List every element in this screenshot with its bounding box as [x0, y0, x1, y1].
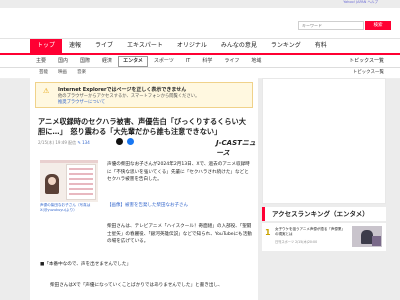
category-science[interactable]: 科学 — [196, 55, 218, 67]
ranking-item-title[interactable]: 女子ウケを狙うアニメ声優が語る「声優業」の現実とは — [275, 227, 345, 237]
subcategory-music[interactable]: 音楽 — [72, 68, 91, 78]
category-main[interactable]: 主要 — [30, 55, 52, 67]
ranking-thumbnail[interactable] — [352, 226, 382, 247]
category-entertainment[interactable]: エンタメ — [118, 56, 148, 67]
help-link[interactable]: Yahoo! JAPAN ヘルプ — [343, 0, 378, 5]
nav-ranking[interactable]: ランキング — [264, 39, 308, 53]
top-strip: Yahoo! JAPAN ヘルプ — [0, 0, 400, 8]
ie-notice-title: Internet Explorerではページを正しく表示できません — [58, 87, 187, 93]
topics-list-link[interactable]: トピックス一覧 — [349, 55, 384, 67]
subcategory-movie[interactable]: 映画 — [53, 68, 72, 78]
nav-original[interactable]: オリジナル — [170, 39, 214, 53]
ranking-number: 1 — [265, 228, 271, 237]
category-economy[interactable]: 経済 — [96, 55, 118, 67]
category-nav: 主要 国内 国際 経済 エンタメ スポーツ IT 科学 ライフ 地域 トピックス… — [0, 55, 400, 68]
ad-slot[interactable] — [262, 78, 386, 204]
category-international[interactable]: 国際 — [74, 55, 96, 67]
facebook-share-icon[interactable] — [127, 138, 134, 145]
nav-paid[interactable]: 有料 — [308, 39, 334, 53]
publish-date: 2/15(木) 19:49 配信 — [38, 140, 77, 145]
sidebar: アクセスランキング（エンタメ） 1 女子ウケを狙うアニメ声優が語る「声優業」の現… — [262, 78, 386, 300]
nav-breaking[interactable]: 速報 — [62, 39, 88, 53]
article-paragraph-3: 柴田さんはXで「声優になっていくことばかりではありませんでした」と書き出し、 — [50, 283, 223, 288]
subcategory-geinou[interactable]: 芸能 — [34, 68, 53, 78]
page: Yahoo! JAPAN ヘルプ 検索 トップ 速報 ライブ エキスパート オリ… — [0, 0, 400, 300]
recommended-browser-link[interactable]: 推奨ブラウザーについて — [58, 99, 105, 105]
photo-board — [66, 164, 96, 200]
article-headline: アニメ収録時のセクハラ被害、声優告白「びっくりするくらい大胆に…」 怒り震わる「… — [38, 117, 246, 136]
ie-notice: ⚠ Internet Explorerではページを正しく表示できません 他のブラ… — [35, 82, 253, 108]
search-input[interactable] — [298, 21, 364, 30]
person-face — [48, 177, 56, 185]
warning-icon: ⚠ — [43, 87, 50, 95]
ranking-item-source: 日刊スポーツ 2/15(木)20:00 — [275, 240, 318, 244]
photo-header-strip — [40, 160, 98, 163]
article-meta: 2/15(木) 19:49 配信 ✎ 134 — [38, 140, 90, 146]
nav-live[interactable]: ライブ — [88, 39, 120, 53]
category-domestic[interactable]: 国内 — [52, 55, 74, 67]
article-paragraph-1: 声優の柴田なお子さんが2024年2月13日、Xで、過去のアニメ収録時に「不快な思… — [107, 162, 250, 182]
related-image-link[interactable]: 【画像】被害を告発した柴田なお子さん — [107, 202, 188, 208]
category-sports[interactable]: スポーツ — [148, 55, 180, 67]
trends-link[interactable]: トピックス一覧 — [353, 68, 384, 78]
category-it[interactable]: IT — [180, 55, 197, 67]
publisher-logo[interactable]: J-CASTニュース — [216, 138, 258, 158]
article-main: ⚠ Internet Explorerではページを正しく表示できません 他のブラ… — [30, 78, 258, 300]
photo-caption[interactable]: 声優の柴田なお子さん（写真はX(@yuzukuyu)より） — [40, 203, 100, 213]
nav-expert[interactable]: エキスパート — [120, 39, 170, 53]
category-local[interactable]: 地域 — [245, 55, 267, 67]
article-quote-heading: ■「本番中なので、声を出せませんでした」 — [40, 262, 132, 267]
ranking-title: アクセスランキング（エンタメ） — [262, 207, 386, 221]
ranking-item[interactable]: 1 女子ウケを狙うアニメ声優が語る「声優業」の現実とは 日刊スポーツ 2/15(… — [262, 223, 386, 251]
x-share-icon[interactable] — [116, 138, 123, 145]
nav-opinion[interactable]: みんなの意見 — [214, 39, 264, 53]
nav-top[interactable]: トップ — [30, 39, 63, 53]
category-life[interactable]: ライフ — [218, 55, 245, 67]
header-search-area: 検索 — [0, 8, 400, 39]
main-nav: トップ 速報 ライブ エキスパート オリジナル みんなの意見 ランキング 有料 — [0, 39, 400, 53]
comment-count[interactable]: 134 — [82, 140, 90, 145]
article-paragraph-2: 柴田さんは、テレビアニメ「ハイスクール！奇面組」の入部役、「聖闘士星矢」の春麗役… — [107, 224, 252, 244]
share-buttons — [116, 138, 134, 145]
comment-icon[interactable]: ✎ — [77, 140, 80, 145]
article-photo[interactable] — [40, 160, 98, 202]
search-button[interactable]: 検索 — [365, 21, 391, 30]
